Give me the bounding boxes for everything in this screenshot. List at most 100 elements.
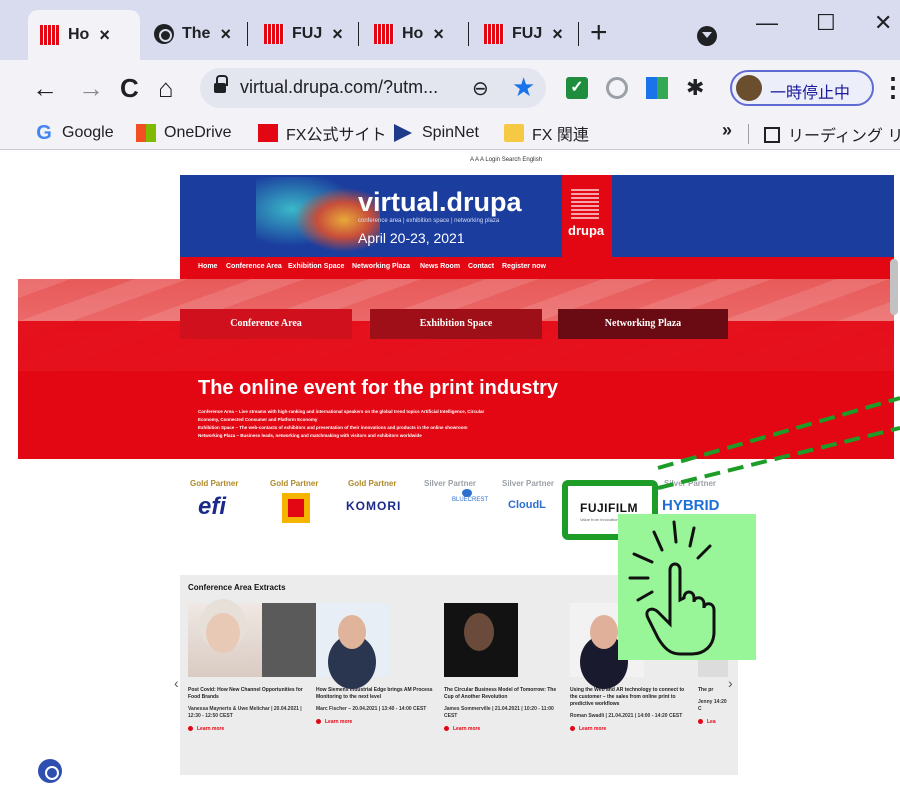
card-title: Using the Web and AR technology to conne… xyxy=(570,687,685,707)
bookmark-label: FX 関連 xyxy=(532,127,589,144)
tab-close-icon[interactable]: × xyxy=(99,25,110,46)
address-bar[interactable]: virtual.drupa.com/?utm... ⊖ ★ xyxy=(200,68,546,108)
menu-kebab-icon[interactable]: ⋮ xyxy=(880,74,900,100)
card-title: Post Covid: How New Channel Opportunitie… xyxy=(188,687,303,700)
forward-button[interactable]: → xyxy=(78,74,104,102)
partner-tier: Gold Partner xyxy=(270,479,319,488)
back-button[interactable]: ← xyxy=(32,74,58,102)
tab-close-icon[interactable]: × xyxy=(332,24,343,45)
drupa-logo[interactable]: drupa xyxy=(562,175,612,257)
onedrive-icon xyxy=(136,124,156,142)
tab-separator xyxy=(358,22,359,46)
bookmark-folder-fx[interactable]: FX 関連 xyxy=(504,122,589,144)
reload-button[interactable]: C xyxy=(120,74,139,102)
nav-news-room[interactable]: News Room xyxy=(420,263,460,270)
partner-tier: Silver Partner xyxy=(424,479,477,488)
learn-more-link[interactable]: Lea xyxy=(698,719,728,725)
reading-list-button[interactable]: リーディング リスト xyxy=(764,122,900,146)
learn-more-link[interactable]: Learn more xyxy=(444,726,564,732)
speaker-photo xyxy=(444,603,518,677)
learn-more-link[interactable]: Learn more xyxy=(316,719,436,725)
windows-extension-icon[interactable] xyxy=(646,77,668,99)
card-meta: Jenny 14:20 C xyxy=(698,699,727,712)
profile-button[interactable]: 一時停止中 xyxy=(730,70,874,106)
nav-register[interactable]: Register now xyxy=(502,263,546,270)
bookmark-onedrive[interactable]: OneDrive xyxy=(136,122,232,144)
zoom-icon[interactable]: ⊖ xyxy=(472,76,489,101)
carousel-next-button[interactable]: › xyxy=(728,675,733,691)
nav-home[interactable]: Home xyxy=(198,263,217,270)
learn-more-link[interactable]: Learn more xyxy=(188,726,308,732)
cloudlab-logo[interactable]: CloudL xyxy=(508,499,546,511)
minimize-button[interactable]: — xyxy=(756,10,778,36)
exhibition-space-button[interactable]: Exhibition Space xyxy=(370,309,542,339)
learn-more-link[interactable]: Learn more xyxy=(570,726,690,732)
tab-close-icon[interactable]: × xyxy=(220,24,231,45)
bookmark-fx[interactable]: FX公式サイト xyxy=(258,122,386,144)
tab-title: Ho xyxy=(402,25,424,42)
bookmarks-overflow-button[interactable]: » xyxy=(722,120,732,141)
tab-1[interactable]: Ho × xyxy=(28,10,140,60)
bookmark-label: OneDrive xyxy=(164,124,232,141)
help-chat-icon[interactable] xyxy=(38,759,62,783)
tab-separator xyxy=(578,22,579,46)
utility-links[interactable]: A A A Login Search English xyxy=(470,157,542,163)
list-item[interactable]: How Siemens Industrial Edge brings AM Pr… xyxy=(316,603,436,725)
close-window-button[interactable]: ✕ xyxy=(874,10,892,36)
card-title: The pr xyxy=(698,687,714,693)
tab-close-icon[interactable]: × xyxy=(552,24,563,45)
nav-contact[interactable]: Contact xyxy=(468,263,494,270)
bluecrest-logo[interactable]: BLUECREST xyxy=(452,489,488,503)
circle-extension-icon[interactable] xyxy=(606,77,628,99)
tab-3[interactable]: FUJ × xyxy=(252,12,356,56)
card-meta: Vanessa Maynerts & Uwe Melichar | 20.04.… xyxy=(188,706,302,719)
lock-icon[interactable] xyxy=(214,75,228,94)
tagline-section: The online event for the print industry … xyxy=(18,371,894,459)
efi-logo[interactable]: efi xyxy=(198,493,226,521)
list-item[interactable]: Post Covid: How New Channel Opportunitie… xyxy=(188,603,318,732)
tagline-text: Exhibition Space – The web-contacts of e… xyxy=(198,425,468,430)
tab-title: FUJ xyxy=(292,25,323,42)
conference-area-button[interactable]: Conference Area xyxy=(180,309,352,339)
partner-tier: Silver Partner xyxy=(664,479,717,488)
tab-search-icon[interactable] xyxy=(697,26,717,46)
check-extension-icon[interactable]: ✓ xyxy=(566,77,588,99)
bookmark-spinnet[interactable]: SpinNet xyxy=(394,122,479,144)
nav-exhibition-space[interactable]: Exhibition Space xyxy=(288,263,344,270)
bookmark-star-icon[interactable]: ★ xyxy=(512,72,535,103)
maximize-button[interactable]: ☐ xyxy=(816,10,836,36)
bookmark-label: SpinNet xyxy=(422,124,479,141)
nav-networking-plaza[interactable]: Networking Plaza xyxy=(352,263,410,270)
extensions-puzzle-icon[interactable]: ✱ xyxy=(686,77,708,99)
browser-toolbar: ← → C ⌂ virtual.drupa.com/?utm... ⊖ ★ ✓ … xyxy=(0,60,900,116)
networking-plaza-button[interactable]: Networking Plaza xyxy=(558,309,728,339)
speaker-photo xyxy=(188,603,262,677)
tab-5[interactable]: FUJ × xyxy=(472,12,576,56)
tab-2[interactable]: The × xyxy=(142,12,246,56)
reading-list-label: リーディング リスト xyxy=(788,128,900,145)
nav-conference-area[interactable]: Conference Area xyxy=(226,263,282,270)
tagline-heading: The online event for the print industry xyxy=(198,377,559,399)
url-text[interactable]: virtual.drupa.com/?utm... xyxy=(240,77,438,98)
drupa-logo-text: drupa xyxy=(568,223,605,238)
tab-strip: Ho × The × FUJ × Ho × FUJ × + — ☐ ✕ xyxy=(0,0,900,60)
hero-date: April 20-23, 2021 xyxy=(358,230,465,246)
komori-logo[interactable]: KOMORI xyxy=(346,499,401,513)
drupa-dots-icon xyxy=(571,187,599,219)
kodak-logo[interactable] xyxy=(282,493,310,523)
profile-status: 一時停止中 xyxy=(770,85,851,102)
list-item[interactable]: The Circular Business Model of Tomorrow:… xyxy=(444,603,564,732)
card-meta: Marc Fischer – 20.04.2021 | 13:40 - 14:0… xyxy=(316,706,427,712)
drupa-favicon xyxy=(484,24,504,44)
hero-title: virtual.drupa xyxy=(358,187,522,217)
page-scrollbar[interactable] xyxy=(890,259,898,315)
new-tab-button[interactable]: + xyxy=(590,18,608,48)
hybrid-logo[interactable]: HYBRID xyxy=(662,497,720,514)
tab-title: Ho xyxy=(68,26,90,43)
carousel-prev-button[interactable]: ‹ xyxy=(174,675,179,691)
bookmark-label: Google xyxy=(62,124,114,141)
tab-4[interactable]: Ho × xyxy=(362,12,466,56)
tab-close-icon[interactable]: × xyxy=(433,24,444,45)
home-button[interactable]: ⌂ xyxy=(158,74,174,102)
bookmark-google[interactable]: G Google xyxy=(34,122,114,144)
